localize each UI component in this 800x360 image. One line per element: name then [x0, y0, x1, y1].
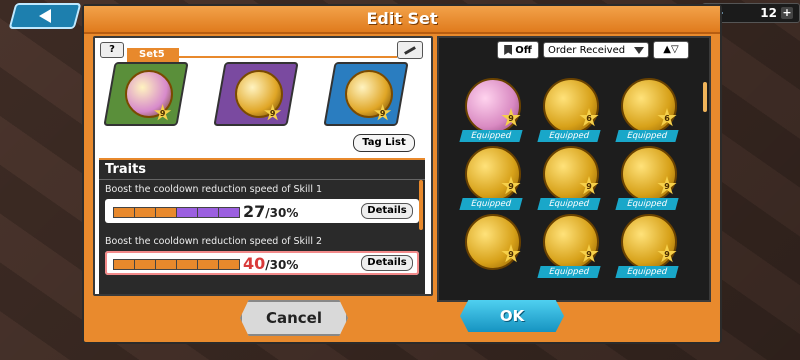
medal-item[interactable]: 9 Equipped [615, 214, 685, 284]
medal-coin [621, 214, 677, 270]
trait-max: /30% [265, 258, 299, 272]
medal-item[interactable]: 6 Equipped [615, 78, 685, 148]
equipped-badge: Equipped [615, 266, 679, 278]
trait-bar-segment [177, 260, 198, 269]
trait-bar-segment [198, 208, 219, 217]
trait-percent: 27/30% [243, 202, 298, 221]
trait-bar-segment [135, 260, 156, 269]
help-button[interactable]: ? [100, 42, 124, 58]
trait-percent: 40/30% [243, 254, 298, 273]
edit-name-button[interactable] [397, 41, 423, 59]
set-name: Set5 [127, 48, 179, 62]
set-panel: ? Set5 9 9 9 Tag List Traits Boost the c… [93, 36, 433, 296]
sort-order-label: Order Received [548, 44, 626, 56]
traits-panel: Traits Boost the cooldown reduction spee… [99, 158, 425, 294]
trait-bar-segment [135, 208, 156, 217]
trait-progress-bar [113, 259, 240, 270]
inventory-scrollbar[interactable] [703, 82, 707, 112]
set-members: 9 9 9 [103, 62, 419, 126]
trait-bar-row: 40/30% Details [105, 251, 419, 275]
medal-item[interactable]: 6 Equipped [537, 78, 607, 148]
equipped-badge: Equipped [615, 198, 679, 210]
back-arrow-icon [39, 9, 51, 23]
back-button[interactable] [8, 3, 82, 29]
member-slot-2[interactable]: 9 [213, 62, 299, 126]
trait-bar-segment [114, 208, 135, 217]
trait-max: /30% [265, 206, 299, 220]
pencil-icon [404, 46, 416, 55]
trait-bar-segment [219, 260, 239, 269]
trait-description: Boost the cooldown reduction speed of Sk… [105, 236, 323, 247]
currency-amount: 12 [760, 6, 777, 20]
trait-bar-segment [219, 208, 239, 217]
dialog-title: Edit Set [84, 6, 720, 34]
equipped-badge: Equipped [537, 198, 601, 210]
sort-direction-button[interactable]: ▲▽ [653, 41, 689, 59]
equipped-badge: Equipped [459, 198, 523, 210]
tag-list-button[interactable]: Tag List [353, 134, 415, 152]
medal-coin [543, 214, 599, 270]
medal-item[interactable]: 9 Equipped [537, 214, 607, 284]
medal-coin [621, 146, 677, 202]
edit-set-dialog: Edit Set ? Set5 9 9 9 Tag List Traits Bo… [82, 4, 722, 344]
medal-coin [543, 146, 599, 202]
bookmark-filter-button[interactable]: Off [497, 41, 539, 59]
trait-bar-segment [114, 260, 135, 269]
sort-toolbar: Off Order Received ▲▽ [497, 40, 703, 60]
trait-bar-row: 27/30% Details [105, 199, 419, 223]
sort-order-dropdown[interactable]: Order Received [543, 42, 649, 58]
trait-progress-bar [113, 207, 240, 218]
ok-button[interactable]: OK [460, 300, 564, 332]
bookmark-filter-label: Off [515, 44, 532, 56]
trait-details-button[interactable]: Details [361, 255, 413, 271]
medal-coin [465, 146, 521, 202]
member-slot-1[interactable]: 9 [103, 62, 189, 126]
medal-item[interactable]: 9 Equipped [537, 146, 607, 216]
medal-coin [621, 78, 677, 134]
equipped-badge: Equipped [615, 130, 679, 142]
set-name-tab: Set5 [127, 42, 397, 62]
trait-bar-segment [177, 208, 198, 217]
add-currency-button[interactable]: + [781, 7, 793, 19]
traits-title: Traits [99, 160, 425, 180]
medal-coin [465, 214, 521, 270]
medal-item[interactable]: 9 [459, 214, 529, 284]
trait-item: Boost the cooldown reduction speed of Sk… [105, 184, 419, 232]
trait-value: 40 [243, 254, 266, 273]
chevron-down-icon [634, 46, 644, 54]
equipped-badge: Equipped [537, 130, 601, 142]
bookmark-icon [504, 45, 513, 55]
trait-description: Boost the cooldown reduction speed of Sk… [105, 184, 323, 195]
cancel-button[interactable]: Cancel [240, 300, 348, 336]
trait-bar-segment [198, 260, 219, 269]
medal-item[interactable]: 9 Equipped [459, 146, 529, 216]
medal-coin [465, 78, 521, 134]
medal-inventory-panel: Off Order Received ▲▽ 9 Equipped 6 Equipped… [437, 36, 711, 302]
equipped-badge: Equipped [537, 266, 601, 278]
trait-value: 27 [243, 202, 266, 221]
medal-item[interactable]: 9 Equipped [459, 78, 529, 148]
equipped-badge: Equipped [459, 130, 523, 142]
traits-scrollbar[interactable] [419, 180, 423, 230]
medal-grid: 9 Equipped 6 Equipped 6 Equipped 9 Equipped 9 Equ… [459, 78, 699, 298]
trait-bar-segment [156, 260, 177, 269]
trait-bar-segment [156, 208, 177, 217]
trait-item: Boost the cooldown reduction speed of Sk… [105, 236, 419, 284]
medal-item[interactable]: 9 Equipped [615, 146, 685, 216]
trait-details-button[interactable]: Details [361, 203, 413, 219]
member-slot-3[interactable]: 9 [323, 62, 409, 126]
medal-coin [543, 78, 599, 134]
